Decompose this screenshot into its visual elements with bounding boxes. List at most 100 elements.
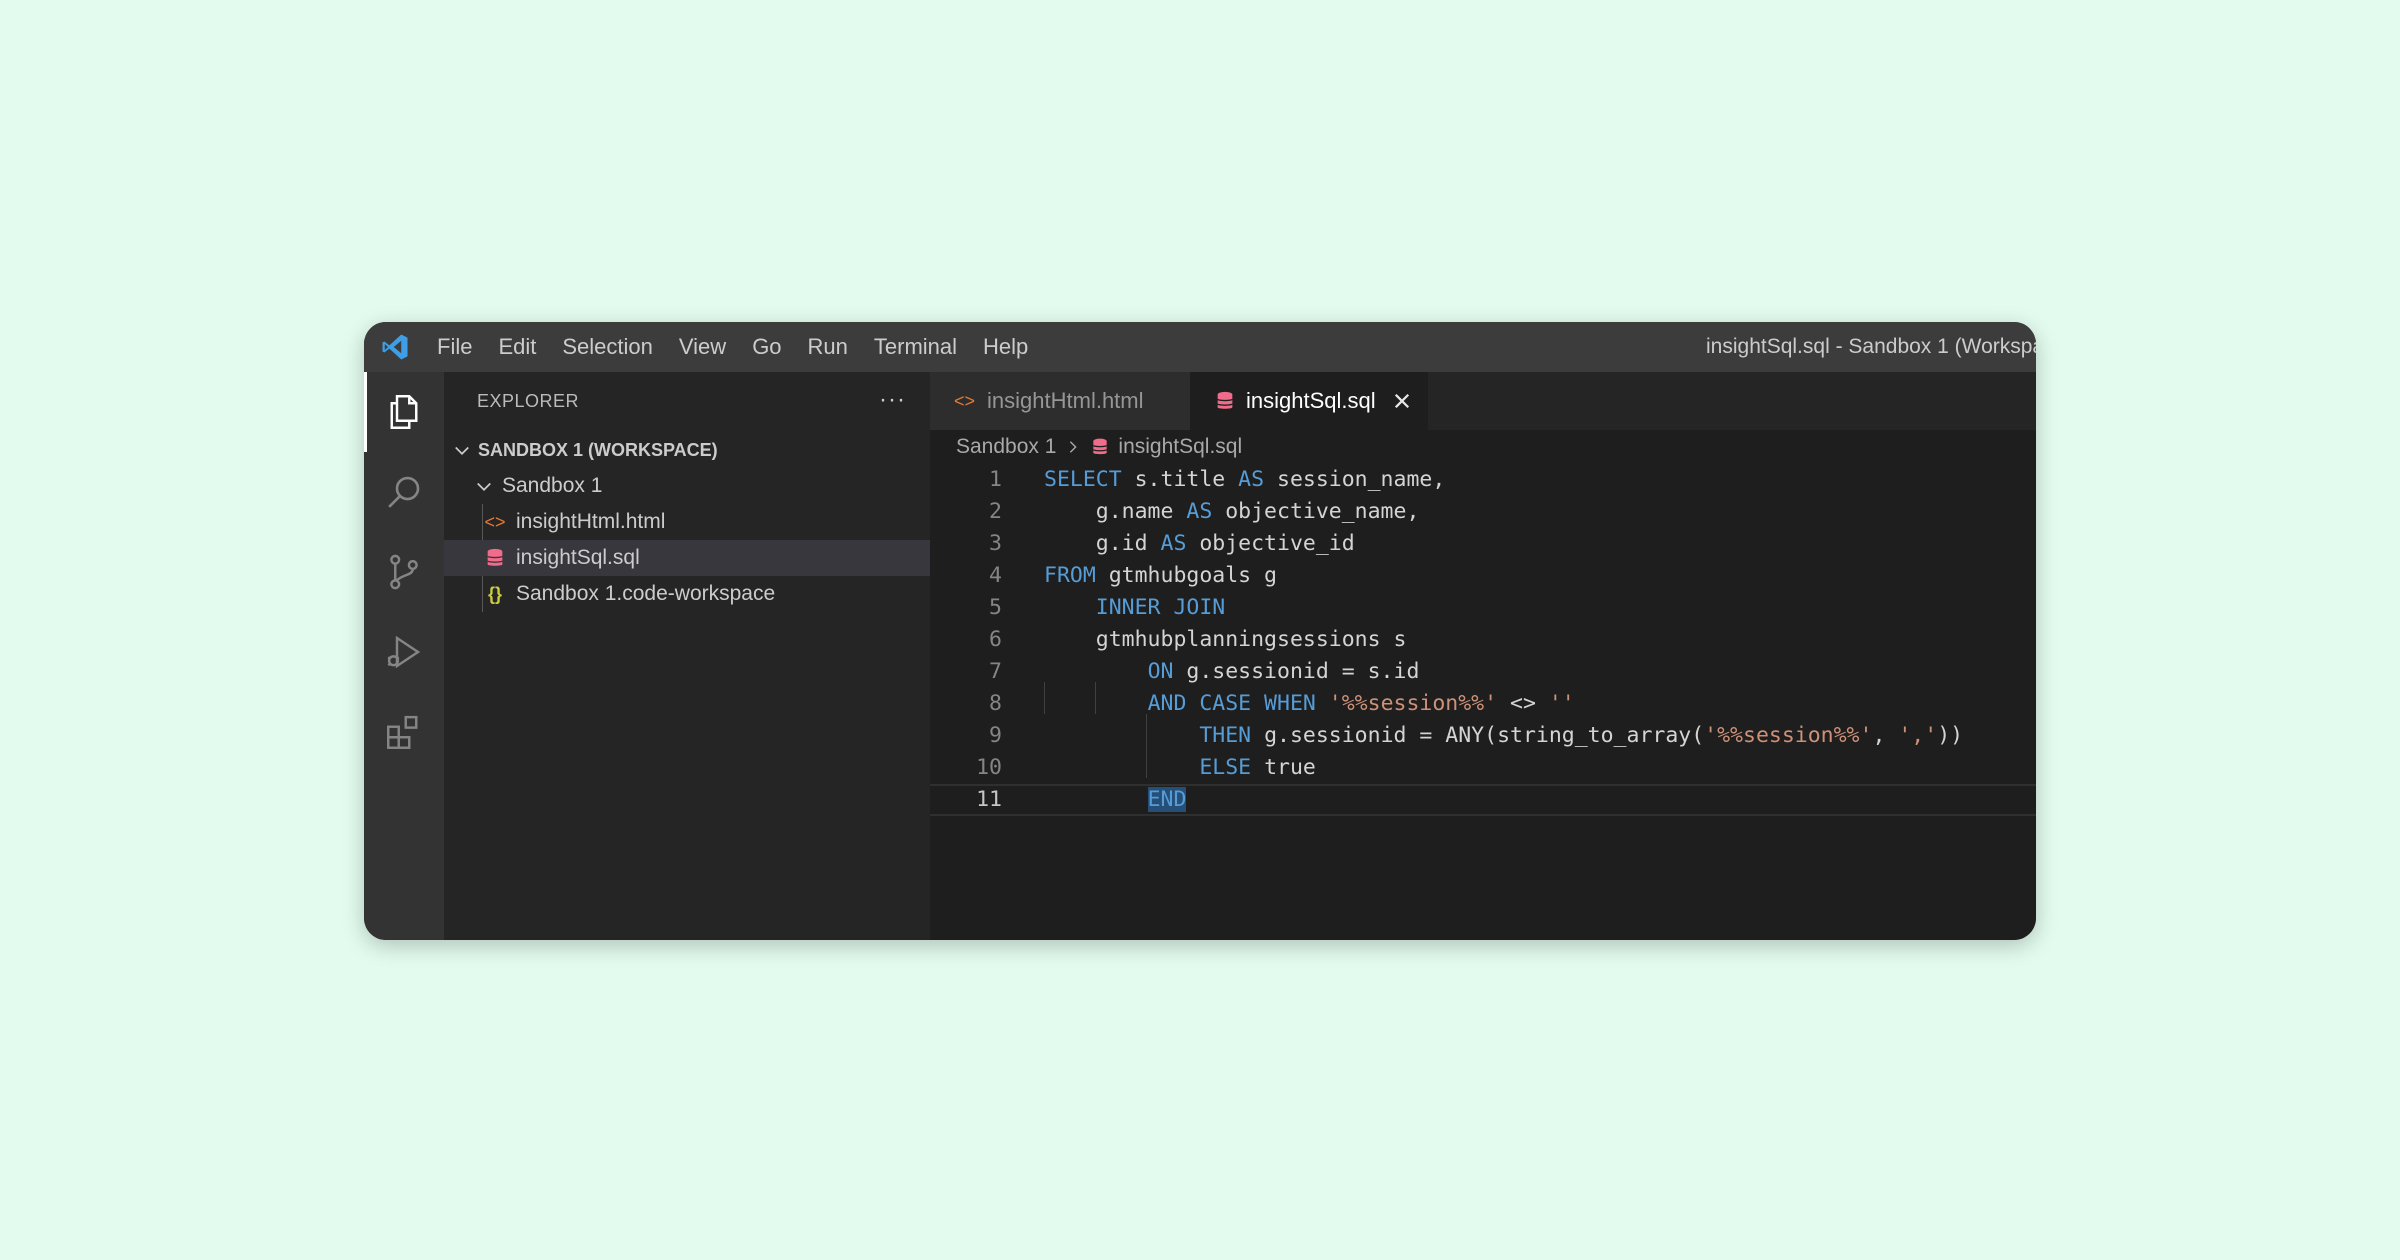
menu-help[interactable]: Help	[970, 322, 1041, 372]
code-line[interactable]: 1 SELECT s.title AS session_name,	[930, 464, 2036, 496]
line-number: 6	[989, 627, 1002, 652]
line-source: END	[1044, 786, 1187, 814]
run-debug-activity-button[interactable]	[364, 612, 444, 692]
editor-tabs: <> insightHtml.html insightSql.sql	[930, 372, 2036, 430]
keyword-token: AS	[1160, 531, 1187, 556]
text-token: gtmhubplanningsessions s	[1044, 627, 1407, 652]
line-number: 7	[989, 659, 1002, 684]
text-token: ))	[1937, 723, 1964, 748]
window-title: insightSql.sql - Sandbox 1 (Workspace)	[1706, 335, 2036, 358]
menu-run[interactable]: Run	[795, 322, 861, 372]
line-number: 10	[976, 755, 1002, 780]
file-row-insightsql[interactable]: insightSql.sql	[444, 540, 930, 576]
code-line[interactable]: 10 ELSE true	[930, 752, 2036, 784]
line-number: 4	[989, 563, 1002, 588]
text-token: objective_id	[1186, 531, 1355, 556]
text-token: gtmhubgoals g	[1095, 563, 1277, 588]
code-line[interactable]: 11 END	[930, 784, 2036, 816]
file-name: Sandbox 1.code-workspace	[516, 582, 776, 605]
string-token: ','	[1898, 723, 1938, 748]
explorer-header: EXPLORER ···	[444, 372, 930, 430]
database-file-icon	[486, 548, 504, 566]
line-source: AND CASE WHEN '%%session%%' <> ''	[1044, 688, 1575, 720]
menu-selection[interactable]: Selection	[549, 322, 666, 372]
keyword-token: INNER JOIN	[1095, 595, 1226, 620]
line-source: ELSE true	[1044, 752, 1316, 784]
line-source: SELECT s.title AS session_name,	[1044, 464, 1445, 496]
text-token: g.name	[1044, 499, 1187, 524]
menu-edit[interactable]: Edit	[485, 322, 549, 372]
line-number: 5	[989, 595, 1002, 620]
tab-insighthtml[interactable]: <> insightHtml.html	[930, 372, 1190, 430]
keyword-token: ON	[1147, 659, 1174, 684]
keyword-token: END	[1147, 787, 1187, 812]
breadcrumb-file[interactable]: insightSql.sql	[1118, 435, 1242, 459]
menu-terminal[interactable]: Terminal	[861, 322, 970, 372]
json-braces-icon: {}	[487, 583, 502, 604]
code-line[interactable]: 8 AND CASE WHEN '%%session%%' <> ''	[930, 688, 2036, 720]
close-tab-icon[interactable]	[1392, 391, 1412, 411]
tab-insightsql[interactable]: insightSql.sql	[1190, 372, 1428, 430]
text-token: g.sessionid = s.id	[1173, 659, 1420, 684]
search-icon	[388, 476, 420, 508]
code-line[interactable]: 2 g.name AS objective_name,	[930, 496, 2036, 528]
code-line[interactable]: 3 g.id AS objective_id	[930, 528, 2036, 560]
text-token: <>	[1497, 691, 1549, 716]
files-icon	[390, 395, 418, 429]
line-number: 9	[989, 723, 1002, 748]
menu-go[interactable]: Go	[739, 322, 794, 372]
menu-view[interactable]: View	[666, 322, 739, 372]
more-actions-button[interactable]: ···	[879, 386, 906, 414]
source-control-activity-button[interactable]	[364, 532, 444, 612]
line-source: THEN g.sessionid = ANY(string_to_array( '…	[1044, 720, 1963, 752]
text-token: objective_name,	[1212, 499, 1420, 524]
text-token: session_name,	[1264, 467, 1446, 492]
file-row-insighthtml[interactable]: <> insightHtml.html	[444, 504, 930, 540]
explorer-activity-button[interactable]	[364, 372, 444, 452]
explorer-title: EXPLORER	[477, 390, 580, 411]
line-source: g.id AS objective_id	[1044, 528, 1355, 560]
text-token: s.title	[1121, 467, 1239, 492]
menu-file[interactable]: File	[424, 322, 485, 372]
workspace-root-row[interactable]: SANDBOX 1 (WORKSPACE)	[444, 432, 930, 468]
code-line[interactable]: 4 FROM gtmhubgoals g	[930, 560, 2036, 592]
text-token: g.id	[1044, 531, 1161, 556]
line-source: gtmhubplanningsessions s	[1044, 624, 1407, 656]
vscode-window: File Edit Selection View Go Run Terminal…	[364, 322, 2036, 940]
keyword-token: THEN	[1199, 723, 1252, 748]
line-source: ON g.sessionid = s.id	[1044, 656, 1420, 688]
line-number: 3	[989, 531, 1002, 556]
line-source: INNER JOIN	[1044, 592, 1225, 624]
file-name: insightSql.sql	[516, 546, 640, 569]
text-token: g.sessionid = ANY(string_to_array(	[1251, 723, 1705, 748]
line-number: 8	[989, 691, 1002, 716]
code-line[interactable]: 5 INNER JOIN	[930, 592, 2036, 624]
breadcrumb: Sandbox 1 insightSql.sql	[930, 430, 2036, 464]
title-bar: File Edit Selection View Go Run Terminal…	[364, 322, 2036, 372]
code-line[interactable]: 9 THEN g.sessionid = ANY(string_to_array…	[930, 720, 2036, 752]
breadcrumb-folder[interactable]: Sandbox 1	[956, 435, 1056, 459]
vscode-logo-icon[interactable]	[380, 332, 410, 362]
line-number: 1	[989, 467, 1002, 492]
source-control-icon	[390, 554, 418, 590]
folder-label: Sandbox 1	[502, 474, 603, 497]
code-line[interactable]: 6 gtmhubplanningsessions s	[930, 624, 2036, 656]
extensions-activity-button[interactable]	[364, 692, 444, 772]
keyword-token: AS	[1186, 499, 1213, 524]
code-line[interactable]: 7 ON g.sessionid = s.id	[930, 656, 2036, 688]
line-number: 11	[976, 787, 1002, 812]
code-editor[interactable]: 1 SELECT s.title AS session_name, 2 g.name…	[930, 464, 2036, 940]
html-file-icon: <>	[484, 511, 506, 532]
file-row-code-workspace[interactable]: {} Sandbox 1.code-workspace	[444, 576, 930, 612]
chevron-right-icon	[1070, 441, 1078, 453]
search-activity-button[interactable]	[364, 452, 444, 532]
editor-area: <> insightHtml.html insightSql.sql Sandb…	[930, 372, 2036, 940]
explorer-sidebar: EXPLORER ··· SANDBOX 1 (WORKSPACE) Sandb…	[444, 372, 930, 940]
keyword-token: AS	[1238, 467, 1265, 492]
folder-row-sandbox-1[interactable]: Sandbox 1	[444, 468, 930, 504]
